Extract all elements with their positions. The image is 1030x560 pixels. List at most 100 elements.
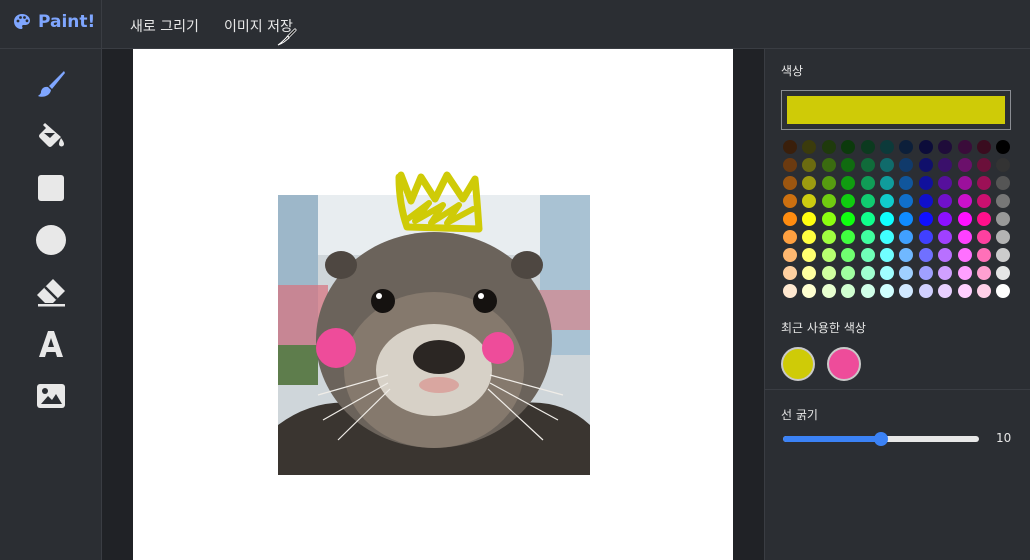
palette-color[interactable]: [802, 230, 817, 244]
palette-color[interactable]: [957, 266, 972, 280]
palette-color[interactable]: [996, 284, 1011, 298]
stroke-width-slider[interactable]: [783, 432, 979, 446]
palette-color[interactable]: [880, 284, 894, 298]
palette-color[interactable]: [957, 230, 972, 244]
palette-color[interactable]: [899, 266, 914, 280]
image-tool[interactable]: [33, 378, 69, 414]
palette-color[interactable]: [880, 140, 894, 154]
palette-color[interactable]: [938, 266, 953, 280]
text-tool[interactable]: [33, 326, 69, 362]
palette-color[interactable]: [977, 194, 991, 208]
palette-color[interactable]: [899, 194, 914, 208]
palette-color[interactable]: [938, 230, 953, 244]
palette-color[interactable]: [802, 212, 817, 226]
palette-color[interactable]: [841, 176, 856, 190]
palette-color[interactable]: [938, 176, 953, 190]
palette-color[interactable]: [977, 284, 991, 298]
drawing-canvas[interactable]: [133, 49, 733, 560]
palette-color[interactable]: [899, 158, 914, 172]
palette-color[interactable]: [841, 212, 856, 226]
palette-color[interactable]: [880, 176, 894, 190]
palette-color[interactable]: [841, 248, 856, 262]
palette-color[interactable]: [841, 140, 856, 154]
palette-color[interactable]: [996, 248, 1011, 262]
palette-color[interactable]: [977, 158, 991, 172]
palette-color[interactable]: [957, 194, 972, 208]
palette-color[interactable]: [957, 284, 972, 298]
palette-color[interactable]: [977, 140, 991, 154]
palette-color[interactable]: [918, 176, 933, 190]
palette-color[interactable]: [996, 158, 1011, 172]
palette-color[interactable]: [821, 266, 836, 280]
palette-color[interactable]: [957, 212, 972, 226]
palette-color[interactable]: [899, 230, 914, 244]
palette-color[interactable]: [880, 158, 894, 172]
palette-color[interactable]: [880, 248, 894, 262]
palette-color[interactable]: [899, 176, 914, 190]
palette-color[interactable]: [918, 284, 933, 298]
palette-color[interactable]: [783, 158, 797, 172]
palette-color[interactable]: [860, 194, 875, 208]
palette-color[interactable]: [821, 158, 836, 172]
palette-color[interactable]: [783, 266, 797, 280]
palette-color[interactable]: [783, 248, 797, 262]
brush-tool[interactable]: [33, 66, 69, 102]
palette-color[interactable]: [977, 248, 991, 262]
palette-color[interactable]: [918, 212, 933, 226]
palette-color[interactable]: [996, 194, 1011, 208]
palette-color[interactable]: [996, 212, 1011, 226]
palette-color[interactable]: [996, 176, 1011, 190]
palette-color[interactable]: [821, 194, 836, 208]
palette-color[interactable]: [938, 194, 953, 208]
palette-color[interactable]: [977, 176, 991, 190]
palette-color[interactable]: [996, 266, 1011, 280]
palette-color[interactable]: [783, 284, 797, 298]
palette-color[interactable]: [841, 194, 856, 208]
palette-color[interactable]: [802, 176, 817, 190]
palette-color[interactable]: [918, 248, 933, 262]
palette-color[interactable]: [977, 266, 991, 280]
palette-color[interactable]: [802, 284, 817, 298]
palette-color[interactable]: [899, 140, 914, 154]
eraser-tool[interactable]: [33, 274, 69, 310]
palette-color[interactable]: [899, 248, 914, 262]
palette-color[interactable]: [821, 140, 836, 154]
palette-color[interactable]: [802, 194, 817, 208]
palette-color[interactable]: [957, 176, 972, 190]
palette-color[interactable]: [802, 158, 817, 172]
palette-color[interactable]: [918, 194, 933, 208]
palette-color[interactable]: [783, 194, 797, 208]
palette-color[interactable]: [821, 248, 836, 262]
palette-color[interactable]: [880, 266, 894, 280]
palette-color[interactable]: [860, 230, 875, 244]
palette-color[interactable]: [783, 176, 797, 190]
palette-color[interactable]: [860, 176, 875, 190]
palette-color[interactable]: [957, 140, 972, 154]
palette-color[interactable]: [802, 248, 817, 262]
current-color[interactable]: [781, 90, 1011, 130]
palette-color[interactable]: [977, 212, 991, 226]
palette-color[interactable]: [880, 230, 894, 244]
palette-color[interactable]: [899, 284, 914, 298]
app-logo[interactable]: Paint!: [12, 12, 95, 32]
palette-color[interactable]: [841, 158, 856, 172]
recent-color[interactable]: [781, 347, 815, 381]
palette-color[interactable]: [783, 230, 797, 244]
circle-tool[interactable]: [33, 222, 69, 258]
palette-color[interactable]: [918, 266, 933, 280]
palette-color[interactable]: [938, 158, 953, 172]
palette-color[interactable]: [841, 230, 856, 244]
palette-color[interactable]: [860, 266, 875, 280]
palette-color[interactable]: [821, 176, 836, 190]
palette-color[interactable]: [918, 158, 933, 172]
palette-color[interactable]: [938, 212, 953, 226]
fill-tool[interactable]: [33, 118, 69, 154]
palette-color[interactable]: [938, 284, 953, 298]
palette-color[interactable]: [860, 158, 875, 172]
palette-color[interactable]: [977, 230, 991, 244]
palette-color[interactable]: [821, 212, 836, 226]
palette-color[interactable]: [821, 284, 836, 298]
palette-color[interactable]: [938, 140, 953, 154]
palette-color[interactable]: [783, 212, 797, 226]
palette-color[interactable]: [821, 230, 836, 244]
